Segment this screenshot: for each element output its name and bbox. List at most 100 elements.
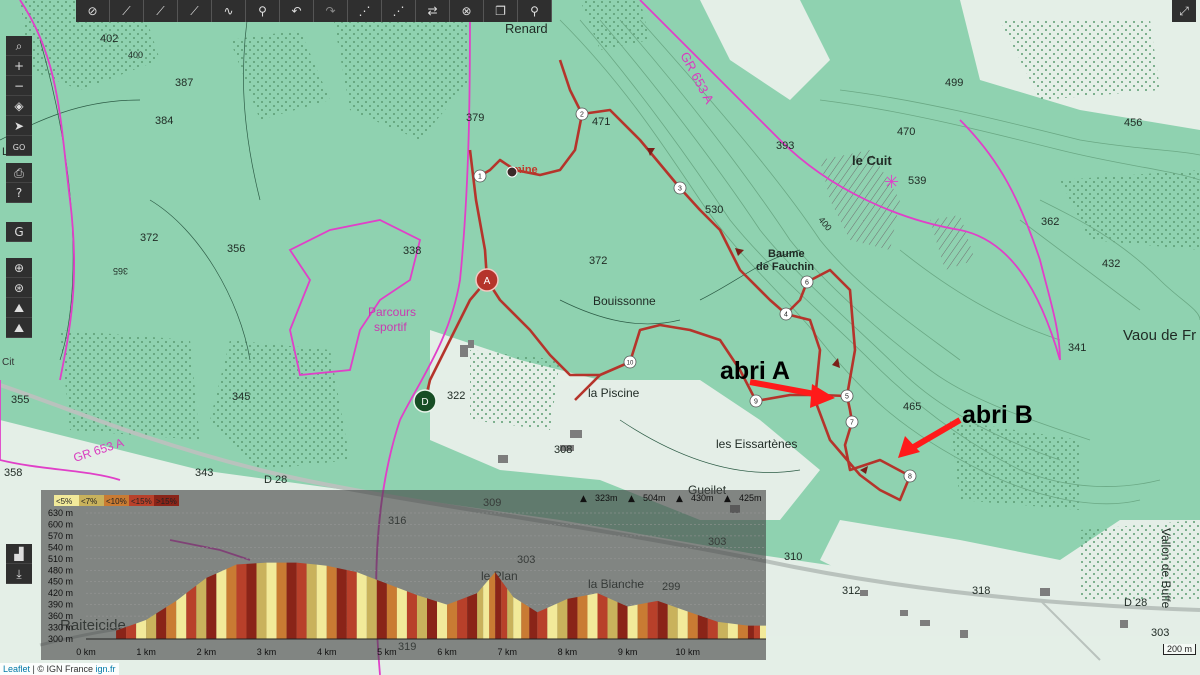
map-label: 358 bbox=[4, 467, 22, 479]
waypoint-marker[interactable]: 10 bbox=[623, 355, 637, 369]
layers-copy-button[interactable]: ❐ bbox=[484, 0, 518, 22]
waypoints-button[interactable]: ⋰ bbox=[382, 0, 416, 22]
no-route-button[interactable]: ⊗ bbox=[450, 0, 484, 22]
profile-segment bbox=[607, 597, 618, 639]
waypoint-marker[interactable]: 1 bbox=[473, 169, 487, 183]
draw-line-button[interactable]: ⟋ bbox=[110, 0, 144, 22]
bike-button[interactable]: ⚲ bbox=[246, 0, 280, 22]
zoom-in-button[interactable]: + bbox=[6, 56, 32, 76]
layers-button[interactable]: ◈ bbox=[6, 96, 32, 116]
waypoint-marker[interactable]: 3 bbox=[673, 181, 687, 195]
waypoint-marker[interactable]: 4 bbox=[779, 307, 793, 321]
profile-segment bbox=[747, 625, 754, 639]
undo-icon: ↶ bbox=[291, 4, 302, 18]
waypoint-marker[interactable]: 5 bbox=[840, 389, 854, 403]
scale-bar: 200 m bbox=[1162, 644, 1196, 655]
profile-segment bbox=[306, 563, 317, 639]
map-label: 470 bbox=[897, 126, 915, 138]
waypoint-marker[interactable]: 2 bbox=[575, 107, 589, 121]
redo-button[interactable]: ↷ bbox=[314, 0, 348, 22]
crosshair-button[interactable]: ⊕ bbox=[6, 258, 32, 278]
goto-button[interactable]: GO bbox=[6, 136, 32, 156]
waypoint-marker[interactable]: 8 bbox=[903, 469, 917, 483]
ascent-icon: ▲ bbox=[676, 494, 683, 504]
search-button[interactable]: ⌕ bbox=[6, 36, 32, 56]
map-label: 343 bbox=[195, 467, 213, 479]
start-marker[interactable]: A bbox=[475, 268, 499, 292]
draw-line-icon: ⟋ bbox=[156, 4, 165, 18]
google-control: G bbox=[6, 222, 32, 242]
legend-label: <5% bbox=[56, 497, 72, 506]
ign-link[interactable]: ign.fr bbox=[96, 664, 116, 674]
topographic-map[interactable]: ✳ RenardGR 653 AGR 653 A402400387384 379 4… bbox=[0, 0, 1200, 675]
profile-segment bbox=[637, 602, 648, 639]
legend-label: <15% bbox=[131, 497, 152, 506]
map-label: 365 bbox=[113, 266, 128, 276]
map-label: 345 bbox=[232, 391, 250, 403]
undo-button[interactable]: ↶ bbox=[280, 0, 314, 22]
map-label: 379 bbox=[466, 112, 484, 124]
waypoint-marker[interactable]: 6 bbox=[800, 275, 814, 289]
waypoint-number: 4 bbox=[784, 312, 788, 319]
eye-off-button[interactable]: ⊘ bbox=[76, 0, 110, 22]
mountain-button[interactable]: ⛰ bbox=[6, 298, 32, 318]
google-button[interactable]: G bbox=[6, 222, 32, 242]
profile-segment bbox=[366, 576, 377, 639]
map-label: 432 bbox=[1102, 258, 1120, 270]
map-label: 530 bbox=[705, 204, 723, 216]
globe-button[interactable]: ⊛ bbox=[6, 278, 32, 298]
profile-segment bbox=[437, 601, 448, 639]
profile-segment bbox=[266, 562, 277, 639]
profile-segment bbox=[286, 562, 297, 639]
profile-segment bbox=[727, 623, 738, 639]
profile-segment bbox=[513, 597, 522, 639]
profile-segment bbox=[216, 569, 227, 639]
zoom-out-icon: − bbox=[13, 79, 25, 93]
zoom-in-icon: + bbox=[13, 59, 25, 73]
route-button[interactable]: ∿ bbox=[212, 0, 246, 22]
waypoint-marker[interactable]: 9 bbox=[749, 394, 763, 408]
no-route-icon: ⊗ bbox=[461, 4, 472, 18]
elevation-profile-panel[interactable]: <5% <7% <10% <15% >15% ▲ 323m ▲ 504m ▲ 430m ▲ 425m … bbox=[41, 490, 766, 660]
map-controls: ⌕ + − ◈ ➤ GO bbox=[6, 36, 32, 156]
map-label: Vaou de Fr bbox=[1123, 327, 1196, 344]
waypoints-button[interactable]: ⋰ bbox=[348, 0, 382, 22]
map-label: Bouissonne bbox=[593, 294, 656, 308]
leaflet-link[interactable]: Leaflet bbox=[3, 664, 30, 674]
end-marker[interactable]: D bbox=[413, 389, 437, 413]
marker-button[interactable]: ⚲ bbox=[518, 0, 552, 22]
profile-controls: ▟ ⤓ bbox=[6, 544, 32, 584]
fullscreen-button[interactable]: ⤢ bbox=[1172, 0, 1196, 22]
profile-segment bbox=[186, 585, 197, 639]
reverse-icon: ⇄ bbox=[427, 4, 438, 18]
map-label: Parcours bbox=[368, 305, 416, 319]
map-label: la Piscine bbox=[588, 386, 640, 400]
map-label: 308 bbox=[554, 444, 572, 456]
map-label: 372 bbox=[140, 232, 158, 244]
profile-segment bbox=[507, 588, 514, 639]
help-button[interactable]: ? bbox=[6, 183, 32, 203]
elevation-chart-button[interactable]: ▟ bbox=[6, 544, 32, 564]
slope-legend: <5% <7% <10% <15% >15% bbox=[54, 495, 179, 506]
waypoint-marker[interactable]: 7 bbox=[845, 415, 859, 429]
profile-segment bbox=[529, 607, 538, 639]
locate-button[interactable]: ➤ bbox=[6, 116, 32, 136]
map-label: 338 bbox=[403, 245, 421, 257]
map-label: 402 bbox=[100, 33, 118, 45]
mountain-warning-button[interactable]: ⛰ bbox=[6, 318, 32, 338]
draw-line-button[interactable]: ⟋ bbox=[178, 0, 212, 22]
draw-line-button[interactable]: ⟋ bbox=[144, 0, 178, 22]
map-label: 539 bbox=[908, 175, 926, 187]
y-tick-label: 570 m bbox=[48, 531, 73, 541]
map-label: sportif bbox=[374, 320, 407, 334]
map-label: 362 bbox=[1041, 216, 1059, 228]
y-tick-label: 420 m bbox=[48, 588, 73, 598]
profile-segment bbox=[557, 598, 568, 639]
print-button[interactable]: ⎙ bbox=[6, 163, 32, 183]
reverse-button[interactable]: ⇄ bbox=[416, 0, 450, 22]
map-label: 310 bbox=[784, 551, 802, 563]
x-tick-label: 0 km bbox=[76, 647, 96, 657]
zoom-out-button[interactable]: − bbox=[6, 76, 32, 96]
profile-segment bbox=[206, 573, 217, 639]
download-button[interactable]: ⤓ bbox=[6, 564, 32, 584]
